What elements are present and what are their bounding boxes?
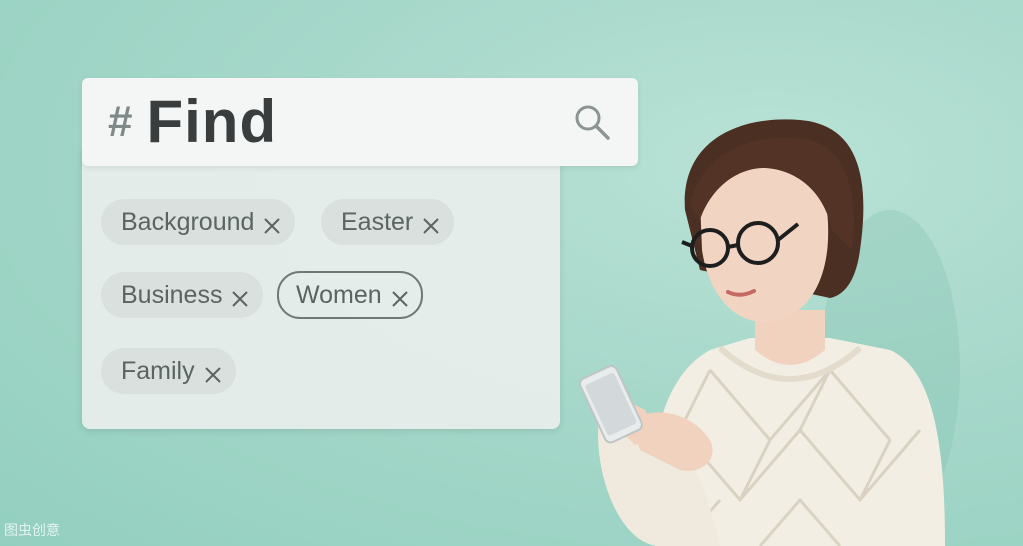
tag-label: Background [121,207,255,236]
tag-background[interactable]: Background [101,199,296,245]
tag-easter[interactable]: Easter [321,199,455,245]
hash-prefix: # [108,97,133,146]
tag-label: Family [121,356,195,385]
close-icon[interactable] [231,286,249,307]
tag-label: Business [121,280,223,309]
search-bar[interactable]: # Find [82,78,638,166]
tag-women[interactable]: Women [277,271,423,319]
tag-label: Women [296,280,382,309]
close-icon[interactable] [263,213,281,234]
close-icon[interactable] [422,213,440,234]
tag-label: Easter [341,207,414,236]
tag-business[interactable]: Business [101,272,264,318]
close-icon[interactable] [204,362,222,383]
search-query[interactable]: Find [146,92,277,152]
close-icon[interactable] [391,286,409,307]
tag-family[interactable]: Family [101,348,236,394]
watermark: 图虫创意 [4,523,60,539]
woman-with-phone-photo [578,119,960,546]
tags-panel: Background Easter Business Women Family [82,150,560,429]
